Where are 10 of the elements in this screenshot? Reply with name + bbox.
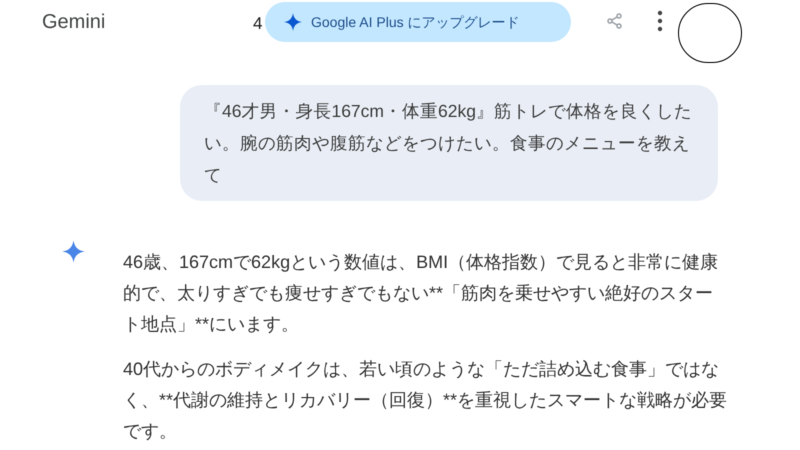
- upgrade-button[interactable]: Google AI Plus にアップグレード: [265, 2, 571, 42]
- sparkle-icon: [283, 12, 303, 32]
- gemini-sparkle-icon: [61, 239, 86, 264]
- response-paragraph: 40代からのボディメイクは、若い頃のような「ただ詰め込む食事」ではなく、**代謝の維持とリカバリー（回復）**を重視したスマートな戦略が必要です。: [123, 358, 728, 443]
- app-title: Gemini: [42, 10, 106, 35]
- share-icon[interactable]: [606, 12, 624, 30]
- more-options-icon[interactable]: [656, 10, 664, 32]
- chat-title: 4: [253, 13, 262, 35]
- response-paragraph: 46歳、167cmで62kgという数値は、BMI（体格指数）で見ると非常に健康的で、太りすぎでも痩せすぎでもない**「筋肉を乗せやすい絶好のスタート地点」**にいます。: [123, 251, 720, 336]
- user-message: 『46才男・身長167cm・体重62kg』筋トレで体格を良くしたい。腕の筋肉や腹筋などをつけたい。食事のメニューを教えて: [180, 85, 718, 201]
